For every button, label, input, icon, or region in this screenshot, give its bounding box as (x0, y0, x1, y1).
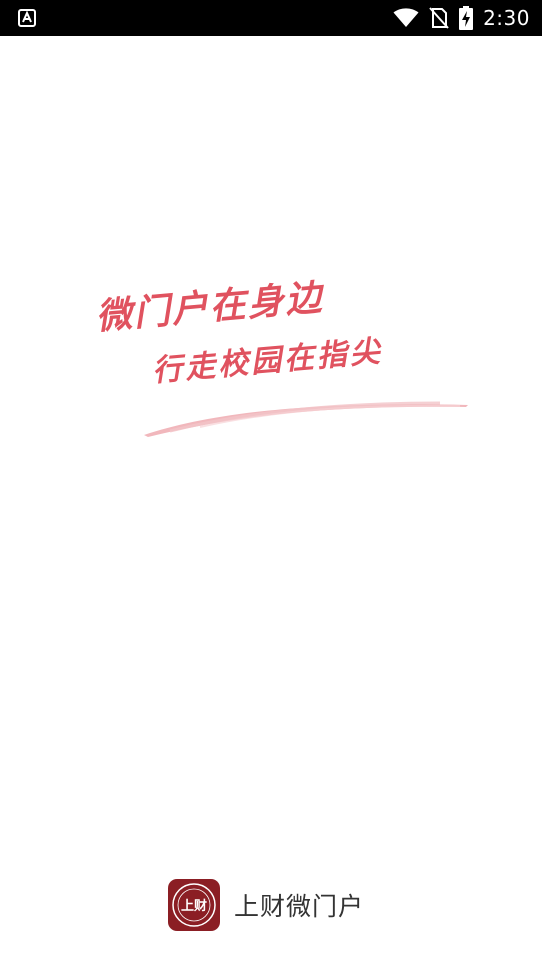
svg-text:上财: 上财 (181, 898, 207, 914)
slogan: 微门户在身边 行走校园在指尖 (0, 36, 542, 965)
slogan-line-1: 微门户在身边 (94, 276, 325, 339)
no-sim-icon (429, 7, 449, 29)
wifi-icon (393, 8, 419, 27)
app-logo: 上财 (168, 879, 220, 931)
status-bar: 2:30 (0, 0, 542, 36)
battery-charging-icon (459, 6, 474, 30)
status-time: 2:30 (483, 6, 530, 30)
splash-screen: 2:30 微门户在身边 行走校园在指尖 上财 上财微门户 (0, 0, 542, 965)
accessibility-a-icon (18, 9, 36, 27)
slogan-line-2: 行走校园在指尖 (150, 334, 385, 390)
status-icons: 2:30 (393, 0, 530, 36)
app-brand: 上财 上财微门户 (168, 879, 364, 931)
splash-content: 微门户在身边 行走校园在指尖 上财 上财微门户 (0, 36, 542, 965)
university-seal-icon: 上财 (172, 883, 216, 927)
brush-stroke-decoration (144, 401, 468, 437)
app-name: 上财微门户 (234, 892, 365, 921)
